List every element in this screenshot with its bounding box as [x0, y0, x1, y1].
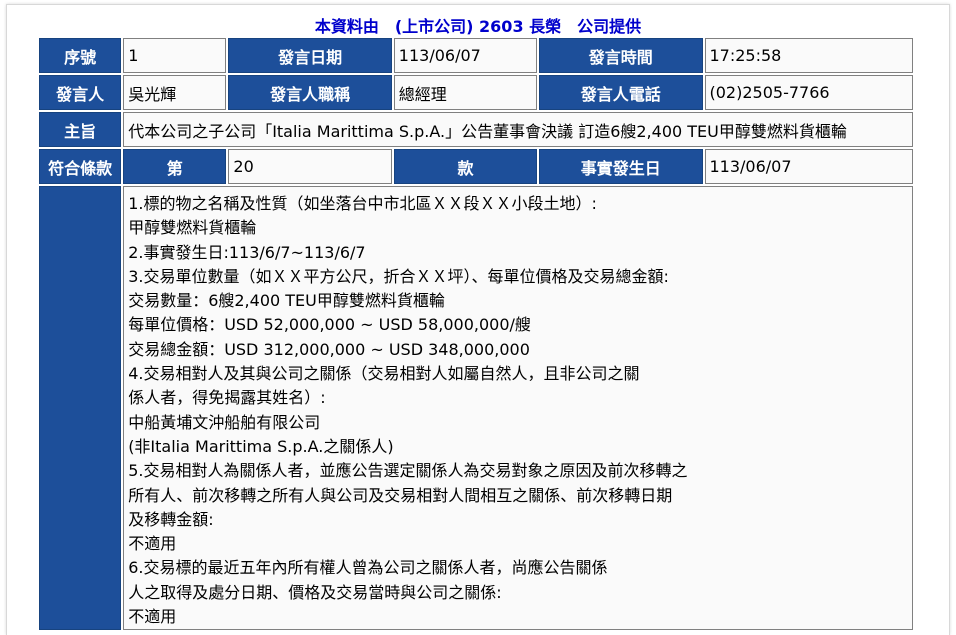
- subject-value: 代本公司之子公司「Italia Marittima S.p.A.」公告董事會決議…: [123, 112, 913, 147]
- description-line: 及移轉金額:: [128, 509, 214, 529]
- description-line: 4.交易相對人及其與公司之關係（交易相對人如屬自然人，且非公司之關: [128, 364, 640, 384]
- speaker-phone-label: 發言人電話: [539, 75, 703, 110]
- table-row: 主旨 代本公司之子公司「Italia Marittima S.p.A.」公告董事…: [39, 112, 913, 147]
- clause-label: 符合條款: [39, 149, 122, 184]
- table-row: 序號 1 發言日期 113/06/07 發言時間 17:25:58: [39, 38, 913, 73]
- speaker-label: 發言人: [39, 75, 122, 110]
- table-row: 1.標的物之名稱及性質（如坐落台中市北區ＸＸ段ＸＸ小段土地）: 甲醇雙燃料貨櫃輪…: [39, 186, 913, 631]
- description-line: 5.交易相對人為關係人者，並應公告選定關係人為交易對象之原因及前次移轉之: [128, 461, 688, 481]
- announce-date-value: 113/06/07: [393, 38, 538, 73]
- description-line: 交易總金額：USD 312,000,000 ~ USD 348,000,000: [128, 339, 530, 359]
- speaker-value: 吳光輝: [123, 75, 227, 110]
- page-title: 本資料由 (上市公司) 2603 長榮 公司提供: [314, 17, 642, 36]
- table-row: 發言人 吳光輝 發言人職稱 總經理 發言人電話 (02)2505-7766: [39, 75, 913, 110]
- description-line: 不適用: [128, 534, 177, 554]
- description-label: [39, 186, 122, 631]
- paragraph-label: 款: [393, 149, 538, 184]
- description-line: 1.標的物之名稱及性質（如坐落台中市北區ＸＸ段ＸＸ小段土地）:: [128, 194, 597, 213]
- announce-time-value: 17:25:58: [704, 38, 913, 73]
- speaker-title-value: 總經理: [393, 75, 538, 110]
- description-line: 交易數量：6艘2,400 TEU甲醇雙燃料貨櫃輪: [128, 291, 445, 311]
- description-body: 1.標的物之名稱及性質（如坐落台中市北區ＸＸ段ＸＸ小段土地）: 甲醇雙燃料貨櫃輪…: [123, 186, 913, 631]
- description-line: 2.事實發生日:113/6/7~113/6/7: [128, 242, 366, 262]
- speaker-phone-value: (02)2505-7766: [704, 75, 913, 110]
- announce-date-label: 發言日期: [228, 38, 392, 73]
- description-line: (非Italia Marittima S.p.A.之關係人): [128, 436, 394, 456]
- article-value: 20: [228, 149, 392, 184]
- description-line: 每單位價格：USD 52,000,000 ~ USD 58,000,000/艘: [128, 315, 531, 335]
- description-line: 人之取得及處分日期、價格及交易當時與公司之關係:: [128, 582, 502, 602]
- event-date-value: 113/06/07: [704, 149, 913, 184]
- announcement-table: 序號 1 發言日期 113/06/07 發言時間 17:25:58 發言人 吳光…: [37, 36, 915, 632]
- description-line: 甲醇雙燃料貨櫃輪: [128, 218, 257, 238]
- description-line: 3.交易單位數量（如ＸＸ平方公尺，折合ＸＸ坪）、每單位價格及交易總金額:: [128, 266, 669, 286]
- announce-time-label: 發言時間: [539, 38, 703, 73]
- speaker-title-label: 發言人職稱: [228, 75, 392, 110]
- description-line: 不適用: [128, 607, 177, 627]
- description-line: 中船黃埔文沖船舶有限公司: [128, 412, 321, 432]
- announcement-frame: 本資料由 (上市公司) 2603 長榮 公司提供 序號 1 發言日期 113/0…: [6, 4, 950, 635]
- seq-label: 序號: [39, 38, 122, 73]
- event-date-label: 事實發生日: [539, 149, 703, 184]
- subject-label: 主旨: [39, 112, 122, 147]
- seq-value: 1: [123, 38, 227, 73]
- description-line: 所有人、前次移轉之所有人與公司及交易相對人間相互之關係、前次移轉日期: [128, 485, 673, 505]
- article-label: 第: [123, 149, 227, 184]
- table-row: 符合條款 第 20 款 事實發生日 113/06/07: [39, 149, 913, 184]
- description-line: 6.交易標的最近五年內所有權人曾為公司之關係人者，尚應公告關係: [128, 558, 608, 578]
- description-line: 係人者，得免揭露其姓名）:: [128, 388, 326, 408]
